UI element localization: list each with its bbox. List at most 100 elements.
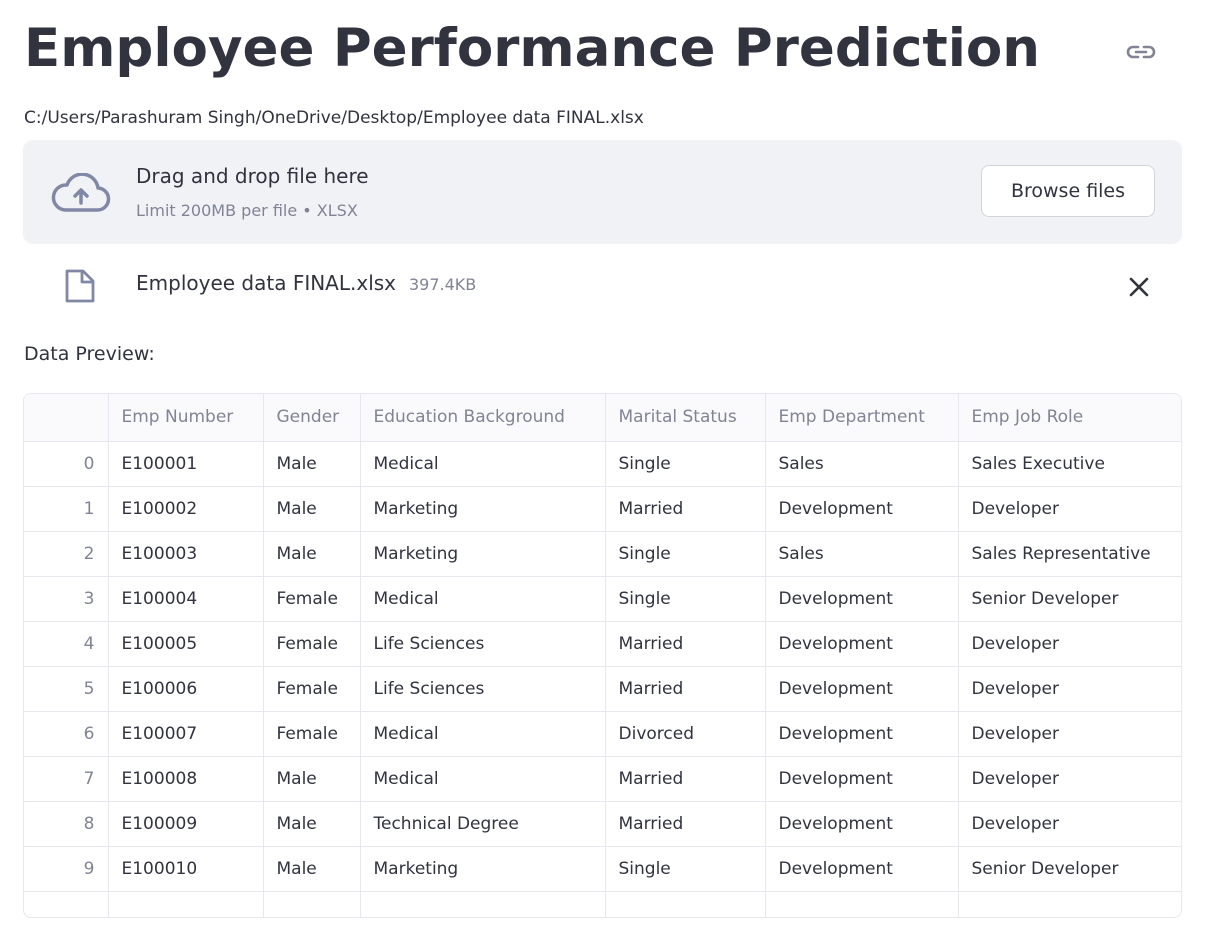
cell-marital-status[interactable]: Married (605, 756, 766, 802)
cell-education-background[interactable]: Medical (360, 441, 606, 487)
cell-emp-number[interactable]: E100007 (108, 711, 264, 757)
table-row: 9 E100010 Male Marketing Single Development Se… (24, 846, 1181, 892)
cell-emp-job-role[interactable]: Developer (958, 621, 1181, 667)
cloud-upload-icon (51, 173, 111, 212)
table-row: 1 E100002 Male Marketing Married Development D… (24, 486, 1181, 532)
cell-marital-status[interactable]: Married (605, 801, 766, 847)
uploaded-file-name: Employee data FINAL.xlsx (136, 271, 397, 295)
cell-gender[interactable]: Male (263, 441, 361, 487)
column-header-education-background[interactable]: Education Background (360, 394, 606, 442)
cell-gender[interactable]: Female (263, 711, 361, 757)
cell-emp-department[interactable]: Development (765, 621, 959, 667)
file-path-text: C:/Users/Parashuram Singh/OneDrive/Deskt… (24, 108, 644, 128)
cell-emp-job-role[interactable]: Developer (958, 756, 1181, 802)
cell-education-background[interactable]: Life Sciences (360, 621, 606, 667)
cell-emp-number[interactable]: E100005 (108, 621, 264, 667)
cell-gender[interactable]: Female (263, 576, 361, 622)
table-row: 8 E100009 Male Technical Degree Married Devel… (24, 801, 1181, 847)
cell-emp-number[interactable]: E100009 (108, 801, 264, 847)
cell-emp-department[interactable]: Development (765, 576, 959, 622)
cell-marital-status[interactable]: Married (605, 666, 766, 712)
cell-emp-job-role[interactable]: Developer (958, 801, 1181, 847)
close-icon[interactable] (1127, 275, 1151, 299)
cell-marital-status[interactable]: Single (605, 531, 766, 577)
cell-education-background[interactable]: Technical Degree (360, 801, 606, 847)
cell-emp-job-role (958, 891, 1181, 917)
table-row: 3 E100004 Female Medical Single Development Se… (24, 576, 1181, 622)
cell-education-background[interactable]: Medical (360, 711, 606, 757)
cell-row-index[interactable]: 8 (24, 801, 109, 847)
cell-emp-number[interactable]: E100010 (108, 846, 264, 892)
cell-gender[interactable]: Male (263, 846, 361, 892)
cell-marital-status[interactable]: Single (605, 576, 766, 622)
cell-gender[interactable]: Male (263, 756, 361, 802)
cell-emp-job-role[interactable]: Developer (958, 711, 1181, 757)
cell-emp-number[interactable]: E100002 (108, 486, 264, 532)
cell-marital-status[interactable]: Married (605, 486, 766, 532)
cell-emp-department[interactable]: Development (765, 846, 959, 892)
cell-gender[interactable]: Male (263, 531, 361, 577)
cell-education-background[interactable]: Marketing (360, 531, 606, 577)
cell-marital-status[interactable]: Married (605, 621, 766, 667)
column-header-emp-department[interactable]: Emp Department (765, 394, 959, 442)
cell-row-index[interactable]: 4 (24, 621, 109, 667)
column-header-index[interactable] (24, 394, 109, 442)
column-header-emp-number[interactable]: Emp Number (108, 394, 264, 442)
cell-row-index[interactable]: 3 (24, 576, 109, 622)
cell-emp-department[interactable]: Sales (765, 531, 959, 577)
cell-emp-number[interactable]: E100004 (108, 576, 264, 622)
cell-education-background[interactable]: Marketing (360, 486, 606, 532)
cell-emp-department[interactable]: Development (765, 666, 959, 712)
file-icon (65, 269, 95, 303)
cell-emp-department[interactable]: Development (765, 711, 959, 757)
column-header-gender[interactable]: Gender (263, 394, 361, 442)
browse-files-button[interactable]: Browse files (981, 165, 1155, 217)
cell-emp-number[interactable]: E100001 (108, 441, 264, 487)
cell-marital-status[interactable]: Single (605, 846, 766, 892)
table-row: 0 E100001 Male Medical Single Sales Sales Exec… (24, 441, 1181, 487)
cell-row-index[interactable]: 7 (24, 756, 109, 802)
cell-gender[interactable]: Female (263, 621, 361, 667)
cell-row-index[interactable]: 1 (24, 486, 109, 532)
cell-emp-department[interactable]: Development (765, 486, 959, 532)
cell-emp-job-role[interactable]: Sales Executive (958, 441, 1181, 487)
cell-emp-department[interactable]: Sales (765, 441, 959, 487)
column-header-marital-status[interactable]: Marital Status (605, 394, 766, 442)
cell-gender[interactable]: Male (263, 486, 361, 532)
cell-emp-number (108, 891, 264, 917)
cell-row-index[interactable]: 9 (24, 846, 109, 892)
cell-emp-number[interactable]: E100006 (108, 666, 264, 712)
cell-row-index[interactable]: 5 (24, 666, 109, 712)
cell-education-background[interactable]: Medical (360, 576, 606, 622)
cell-emp-department (765, 891, 959, 917)
link-icon[interactable] (1124, 40, 1158, 64)
table-row: 7 E100008 Male Medical Married Development Dev… (24, 756, 1181, 802)
cell-marital-status[interactable]: Single (605, 441, 766, 487)
table-row (24, 891, 1181, 917)
column-header-emp-job-role[interactable]: Emp Job Role (958, 394, 1181, 442)
cell-emp-department[interactable]: Development (765, 756, 959, 802)
cell-emp-job-role[interactable]: Senior Developer (958, 576, 1181, 622)
cell-education-background[interactable]: Marketing (360, 846, 606, 892)
cell-gender[interactable]: Female (263, 666, 361, 712)
dropzone-limit-text: Limit 200MB per file • XLSX (136, 201, 358, 220)
cell-gender[interactable]: Male (263, 801, 361, 847)
uploaded-file-size: 397.4KB (409, 275, 477, 294)
cell-row-index[interactable]: 6 (24, 711, 109, 757)
cell-emp-job-role[interactable]: Developer (958, 486, 1181, 532)
data-preview-table[interactable]: Emp Number Gender Education Background M… (23, 393, 1182, 918)
cell-emp-department[interactable]: Development (765, 801, 959, 847)
cell-emp-job-role[interactable]: Senior Developer (958, 846, 1181, 892)
cell-emp-number[interactable]: E100008 (108, 756, 264, 802)
cell-row-index[interactable]: 2 (24, 531, 109, 577)
cell-marital-status[interactable]: Divorced (605, 711, 766, 757)
cell-emp-job-role[interactable]: Developer (958, 666, 1181, 712)
file-uploader-dropzone[interactable]: Drag and drop file here Limit 200MB per … (23, 140, 1182, 244)
cell-education-background[interactable]: Medical (360, 756, 606, 802)
cell-row-index[interactable]: 0 (24, 441, 109, 487)
cell-education-background[interactable]: Life Sciences (360, 666, 606, 712)
cell-emp-job-role[interactable]: Sales Representative (958, 531, 1181, 577)
cell-row-index (24, 891, 109, 917)
cell-emp-number[interactable]: E100003 (108, 531, 264, 577)
table-row: 2 E100003 Male Marketing Single Sales Sales Re… (24, 531, 1181, 577)
